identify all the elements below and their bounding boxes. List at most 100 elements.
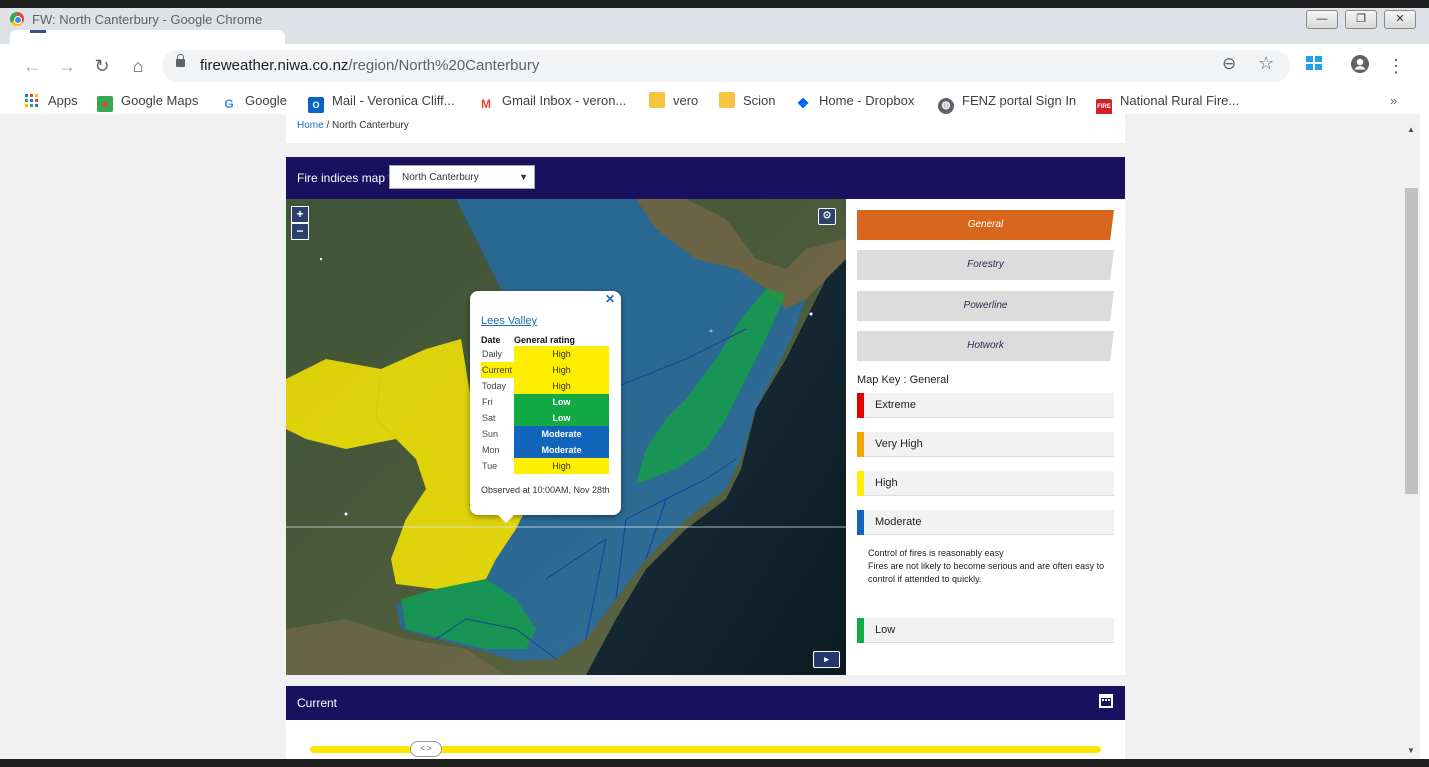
minimize-button[interactable]: — xyxy=(1306,10,1338,29)
gmail-icon: M xyxy=(481,97,491,111)
table-header-row: Date General rating xyxy=(481,334,609,346)
bookmark-google[interactable]: G Google xyxy=(221,92,287,112)
chrome-icon xyxy=(10,12,24,26)
home-icon[interactable]: ⌂ xyxy=(126,54,150,78)
tab-hotwork[interactable]: Hotwork xyxy=(857,331,1114,361)
high-swatch xyxy=(857,471,864,496)
zoom-in-button[interactable]: + xyxy=(291,206,309,223)
calendar-icon[interactable] xyxy=(1099,694,1113,708)
close-window-button[interactable]: ✕ xyxy=(1384,10,1416,29)
dropbox-icon: ❖ xyxy=(796,95,810,111)
outlook-icon: O xyxy=(308,97,324,113)
menu-kebab-icon[interactable]: ⋮ xyxy=(1384,54,1408,78)
region-select[interactable]: North Canterbury ▼ xyxy=(389,165,535,189)
rating-cell: High xyxy=(514,378,609,394)
bookmark-dropbox[interactable]: ❖ Home - Dropbox xyxy=(795,92,915,112)
google-icon: G xyxy=(224,97,234,111)
tab-forestry[interactable]: Forestry xyxy=(857,250,1114,280)
back-arrow-icon[interactable]: ← xyxy=(20,54,44,78)
fire-indices-panel: Fire indices map for North Canterbury ▼ xyxy=(286,157,1125,675)
date-cell: Sun xyxy=(482,429,499,439)
key-row-very-high[interactable]: Very High xyxy=(857,432,1114,457)
breadcrumb-home-link[interactable]: Home xyxy=(297,120,324,131)
date-cell: Mon xyxy=(482,445,500,455)
panel-title: Fire indices map for xyxy=(297,171,403,185)
tab-powerline[interactable]: Powerline xyxy=(857,291,1114,321)
bookmark-fenz[interactable]: ◍ FENZ portal Sign In xyxy=(938,92,1076,114)
active-tab[interactable] xyxy=(10,30,285,44)
bookmark-scion[interactable]: Scion xyxy=(719,92,776,112)
date-cell: Fri xyxy=(482,397,493,407)
reload-icon[interactable]: ↻ xyxy=(90,54,114,78)
lock-icon[interactable] xyxy=(176,54,185,67)
close-icon[interactable]: ✕ xyxy=(605,292,615,306)
title-bar: FW: North Canterbury - Google Chrome — ❐… xyxy=(0,0,1429,30)
bookmark-apps[interactable]: Apps xyxy=(24,92,78,112)
popup-place-link[interactable]: Lees Valley xyxy=(481,315,537,327)
key-row-extreme[interactable]: Extreme xyxy=(857,393,1114,418)
table-row: Sat Low xyxy=(481,410,609,426)
account-icon[interactable] xyxy=(1348,54,1372,78)
tab-favicon xyxy=(30,30,46,33)
bookmark-vero[interactable]: vero xyxy=(649,92,698,112)
scroll-down-icon[interactable]: ▼ xyxy=(1407,746,1415,755)
date-cell: Today xyxy=(482,381,507,391)
bookmarks-overflow-icon[interactable]: » xyxy=(1390,92,1397,112)
rating-cell: Moderate xyxy=(514,442,609,458)
globe-icon: ◍ xyxy=(938,98,954,114)
table-row: Daily High xyxy=(481,346,609,362)
key-row-moderate[interactable]: Moderate xyxy=(857,510,1114,535)
bookmark-mail[interactable]: O Mail - Veronica Cliff... xyxy=(308,92,455,113)
fire-service-icon: FIRE xyxy=(1096,99,1112,115)
date-cell: Tue xyxy=(482,461,498,471)
bookmark-gmail[interactable]: M Gmail Inbox - veron... xyxy=(478,92,626,112)
timeline-handle[interactable]: < > xyxy=(410,741,442,757)
very-high-swatch xyxy=(857,432,864,457)
date-cell: Daily xyxy=(482,349,503,359)
scrollbar-thumb[interactable] xyxy=(1405,188,1418,494)
current-panel-title: Current xyxy=(297,696,338,710)
date-column-header: Date xyxy=(481,335,501,345)
low-swatch xyxy=(857,618,864,643)
table-row: Sun Moderate xyxy=(481,426,609,442)
page-scrollbar[interactable]: ▲ ▼ xyxy=(1403,120,1420,759)
zoom-icon[interactable]: ⊖ xyxy=(1222,54,1236,74)
locate-icon[interactable]: ⊙ xyxy=(818,208,836,225)
windows-extension-icon[interactable] xyxy=(1302,54,1326,78)
restore-button[interactable]: ❐ xyxy=(1345,10,1377,29)
bookmark-national-rural-fire[interactable]: FIRE National Rural Fire... xyxy=(1096,92,1239,115)
forward-arrow-icon[interactable]: → xyxy=(55,54,79,78)
key-row-high[interactable]: High xyxy=(857,471,1114,496)
scroll-up-icon[interactable]: ▲ xyxy=(1407,125,1415,134)
panel-header: Fire indices map for North Canterbury ▼ xyxy=(286,157,1125,199)
table-row: Current High xyxy=(481,362,609,378)
expand-panel-button[interactable]: ▸ xyxy=(813,651,840,668)
url-text[interactable]: fireweather.niwa.co.nz/region/North%20Ca… xyxy=(200,57,539,74)
breadcrumb-current: North Canterbury xyxy=(332,120,409,131)
extreme-swatch xyxy=(857,393,864,418)
browser-window: FW: North Canterbury - Google Chrome — ❐… xyxy=(0,0,1429,767)
address-bar[interactable]: fireweather.niwa.co.nz/region/North%20Ca… xyxy=(162,50,1290,82)
current-panel-header: Current xyxy=(286,686,1125,720)
zoom-out-button[interactable]: − xyxy=(291,223,309,240)
tab-general[interactable]: General xyxy=(857,210,1114,240)
folder-icon xyxy=(649,92,665,108)
ratings-table: Date General rating Daily High Current High… xyxy=(481,334,609,474)
moderate-swatch xyxy=(857,510,864,535)
bookmark-star-icon[interactable]: ☆ xyxy=(1258,53,1274,74)
table-row: Today High xyxy=(481,378,609,394)
date-cell: Current xyxy=(481,362,514,378)
google-maps-icon: ● xyxy=(97,96,113,112)
observed-time: Observed at 10:00AM, Nov 28th xyxy=(481,485,610,495)
moderate-description: Control of fires is reasonably easy Fire… xyxy=(868,548,1105,584)
table-row: Mon Moderate xyxy=(481,442,609,458)
key-row-low[interactable]: Low xyxy=(857,618,1114,643)
breadcrumb-trail: Home / North Canterbury xyxy=(297,120,409,131)
bookmark-google-maps[interactable]: ● Google Maps xyxy=(97,92,198,112)
rating-cell: Low xyxy=(514,394,609,410)
fire-map[interactable]: + − ⊙ ▸ ✕ Lees Valley Date General ratin… xyxy=(286,199,846,675)
date-cell: Sat xyxy=(482,413,496,423)
table-row: Fri Low xyxy=(481,394,609,410)
browser-toolbar: ← → ↻ ⌂ fireweather.niwa.co.nz/region/No… xyxy=(0,44,1429,88)
apps-grid-icon xyxy=(24,94,40,110)
